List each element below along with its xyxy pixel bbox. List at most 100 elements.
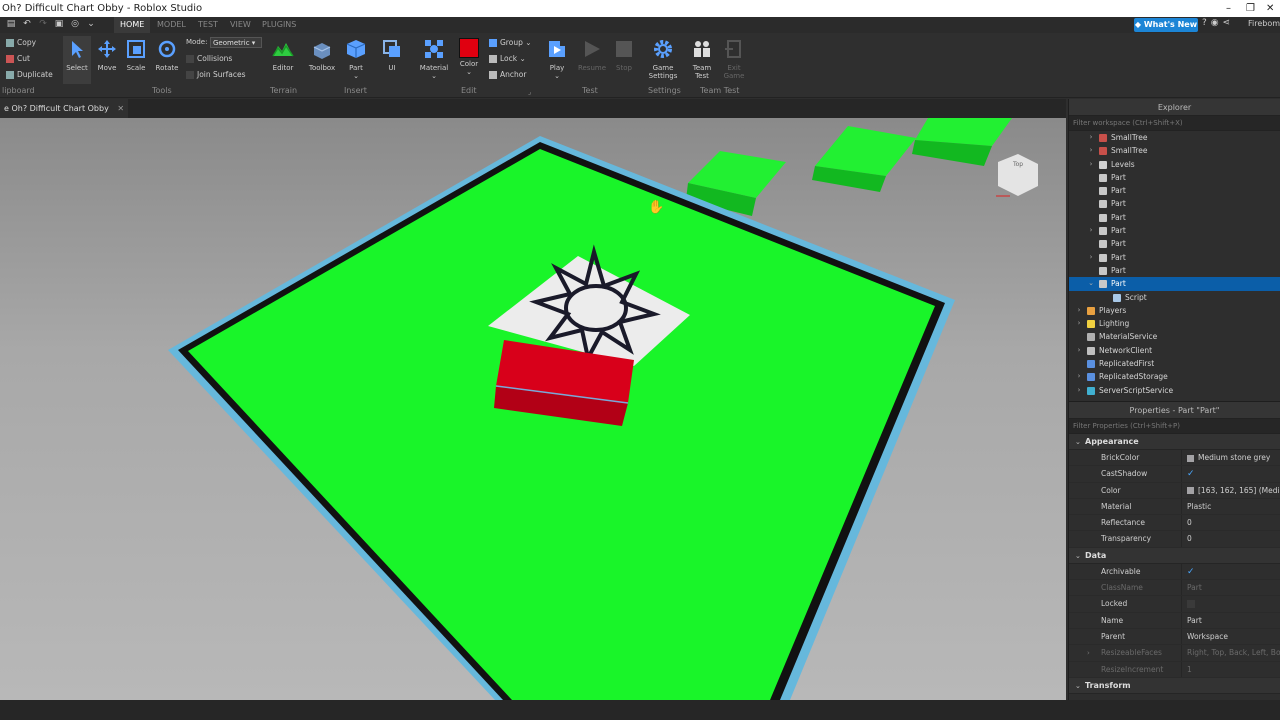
view-cube[interactable]: Top — [996, 154, 1038, 197]
property-value[interactable]: Plastic — [1187, 499, 1280, 515]
explorer-item[interactable]: Part — [1069, 237, 1280, 250]
explorer-item[interactable]: ReplicatedFirst — [1069, 357, 1280, 370]
close-icon[interactable]: ✕ — [117, 104, 124, 113]
property-value[interactable]: 0 — [1187, 531, 1280, 547]
save-icon[interactable]: ▣ — [54, 19, 64, 30]
group-button[interactable]: Group ⌄ — [489, 38, 532, 47]
whats-new-button[interactable]: ◆ What's New — [1134, 18, 1198, 32]
3d-viewport[interactable]: Top ✋ — [0, 118, 1066, 700]
explorer-item[interactable]: › SmallTree — [1069, 144, 1280, 157]
property-section-header[interactable]: ⌄ Appearance — [1069, 434, 1280, 450]
property-value[interactable]: Workspace — [1187, 629, 1280, 645]
duplicate-button[interactable]: Duplicate — [6, 70, 53, 79]
expand-arrow-icon[interactable]: › — [1087, 158, 1095, 171]
explorer-item[interactable]: › NetworkClient — [1069, 344, 1280, 357]
collapse-arrow-icon[interactable]: ⌄ — [1075, 434, 1085, 450]
redo-icon[interactable]: ↷ — [38, 19, 48, 30]
mode-select[interactable]: Geometric ▾ — [210, 37, 262, 48]
property-value[interactable]: ✓ — [1187, 564, 1280, 580]
property-row[interactable]: Material Plastic — [1069, 498, 1280, 516]
property-value[interactable]: 0 — [1187, 515, 1280, 531]
terrain-editor-button[interactable]: Editor — [268, 38, 298, 72]
explorer-item[interactable]: › Players — [1069, 304, 1280, 317]
exit-game-button[interactable]: Exit Game — [720, 38, 748, 80]
anchor-button[interactable]: Anchor — [489, 70, 526, 79]
properties-filter-input[interactable]: Filter Properties (Ctrl+Shift+P) — [1069, 419, 1280, 434]
play-button[interactable]: Play ⌄ — [543, 38, 571, 80]
part-button[interactable]: Part ⌄ — [342, 38, 370, 80]
expand-arrow-icon[interactable]: › — [1075, 370, 1083, 383]
color-button[interactable]: Color ⌄ — [455, 38, 483, 76]
explorer-item[interactable]: › SmallTree — [1069, 131, 1280, 144]
tab-home[interactable]: HOME — [114, 17, 151, 33]
property-value[interactable] — [1187, 596, 1280, 612]
explorer-item[interactable]: Part — [1069, 211, 1280, 224]
property-row[interactable]: CastShadow ✓ — [1069, 466, 1280, 483]
property-value[interactable]: 1 — [1187, 662, 1280, 678]
profile-icon[interactable]: ◉ — [1211, 18, 1219, 28]
property-row[interactable]: ClassName Part — [1069, 580, 1280, 597]
expand-arrow-icon[interactable]: › — [1075, 384, 1083, 397]
dropdown-icon[interactable]: ⌄ — [86, 19, 96, 30]
minimize-button[interactable]: – — [1226, 0, 1231, 17]
tab-view[interactable]: VIEW — [224, 17, 257, 33]
property-value[interactable]: Part — [1187, 613, 1280, 629]
tab-model[interactable]: MODEL — [151, 17, 192, 33]
property-section-header[interactable]: ⌄ Transform — [1069, 677, 1280, 694]
explorer-item[interactable]: Part — [1069, 197, 1280, 210]
lock-button[interactable]: Lock ⌄ — [489, 54, 526, 63]
explorer-item[interactable]: ⌄ Part — [1069, 277, 1280, 291]
collisions-toggle[interactable]: Collisions — [186, 54, 232, 63]
explorer-item[interactable]: › Part — [1069, 251, 1280, 264]
expand-arrow-icon[interactable]: › — [1087, 131, 1095, 144]
file-icon[interactable]: ▤ — [6, 19, 16, 30]
material-button[interactable]: Material ⌄ — [418, 38, 450, 80]
color-swatch-icon[interactable] — [1187, 454, 1194, 462]
cut-button[interactable]: Cut — [6, 54, 30, 63]
property-row[interactable]: ResizeIncrement 1 — [1069, 661, 1280, 678]
scale-button[interactable]: Scale — [122, 38, 150, 72]
explorer-item[interactable]: › Lighting — [1069, 317, 1280, 330]
rotate-button[interactable]: Rotate — [152, 38, 182, 72]
property-row[interactable]: Archivable ✓ — [1069, 563, 1280, 581]
expand-arrow-icon[interactable]: › — [1087, 224, 1095, 237]
explorer-item[interactable]: › ServerScriptService — [1069, 384, 1280, 397]
explorer-item[interactable]: › Part — [1069, 224, 1280, 237]
property-value[interactable]: Part — [1187, 580, 1280, 596]
tab-test[interactable]: TEST — [192, 17, 224, 33]
resume-button[interactable]: Resume — [576, 38, 608, 72]
team-test-button[interactable]: Team Test — [688, 38, 716, 80]
property-value[interactable]: Medium stone grey — [1187, 450, 1280, 466]
binoculars-icon[interactable]: ◎ — [70, 19, 80, 30]
property-row[interactable]: › ResizeableFaces Right, Top, Back, Left, … — [1069, 645, 1280, 662]
property-row[interactable]: BrickColor Medium stone grey — [1069, 450, 1280, 467]
undo-icon[interactable]: ↶ — [22, 19, 32, 30]
expand-arrow-icon[interactable]: › — [1087, 144, 1095, 157]
user-name[interactable]: Firebom — [1248, 19, 1280, 28]
expand-arrow-icon[interactable]: › — [1075, 344, 1083, 357]
property-value[interactable]: [163, 162, 165] (Medium — [1187, 483, 1280, 499]
property-section-header[interactable]: ⌄ Data — [1069, 547, 1280, 564]
copy-button[interactable]: Copy — [6, 38, 36, 47]
stop-button[interactable]: Stop — [610, 38, 638, 72]
join-surfaces-toggle[interactable]: Join Surfaces — [186, 70, 246, 79]
toolbox-button[interactable]: Toolbox — [306, 38, 338, 72]
help-icon[interactable]: ? — [1202, 18, 1207, 28]
expand-arrow-icon[interactable]: › — [1087, 251, 1095, 264]
property-row[interactable]: Reflectance 0 — [1069, 515, 1280, 532]
property-row[interactable]: Color [163, 162, 165] (Medium — [1069, 482, 1280, 499]
property-row[interactable]: Parent Workspace — [1069, 628, 1280, 646]
property-row[interactable]: Name Part — [1069, 612, 1280, 629]
expand-arrow-icon[interactable]: › — [1075, 304, 1083, 317]
property-value[interactable]: Right, Top, Back, Left, Botto — [1187, 645, 1280, 661]
doc-tab-place[interactable]: e Oh? Difficult Chart Obby ✕ — [0, 99, 129, 118]
tab-plugins[interactable]: PLUGINS — [256, 17, 302, 33]
expanded-arrow-icon[interactable]: ⌄ — [1087, 277, 1095, 290]
move-button[interactable]: Move — [93, 38, 121, 72]
property-row[interactable]: Transparency 0 — [1069, 531, 1280, 548]
collapse-arrow-icon[interactable]: ⌄ — [1075, 678, 1085, 694]
property-row[interactable]: Locked — [1069, 596, 1280, 613]
explorer-item[interactable]: › ReplicatedStorage — [1069, 370, 1280, 383]
explorer-item[interactable]: MaterialService — [1069, 330, 1280, 343]
explorer-item[interactable]: Part — [1069, 171, 1280, 184]
